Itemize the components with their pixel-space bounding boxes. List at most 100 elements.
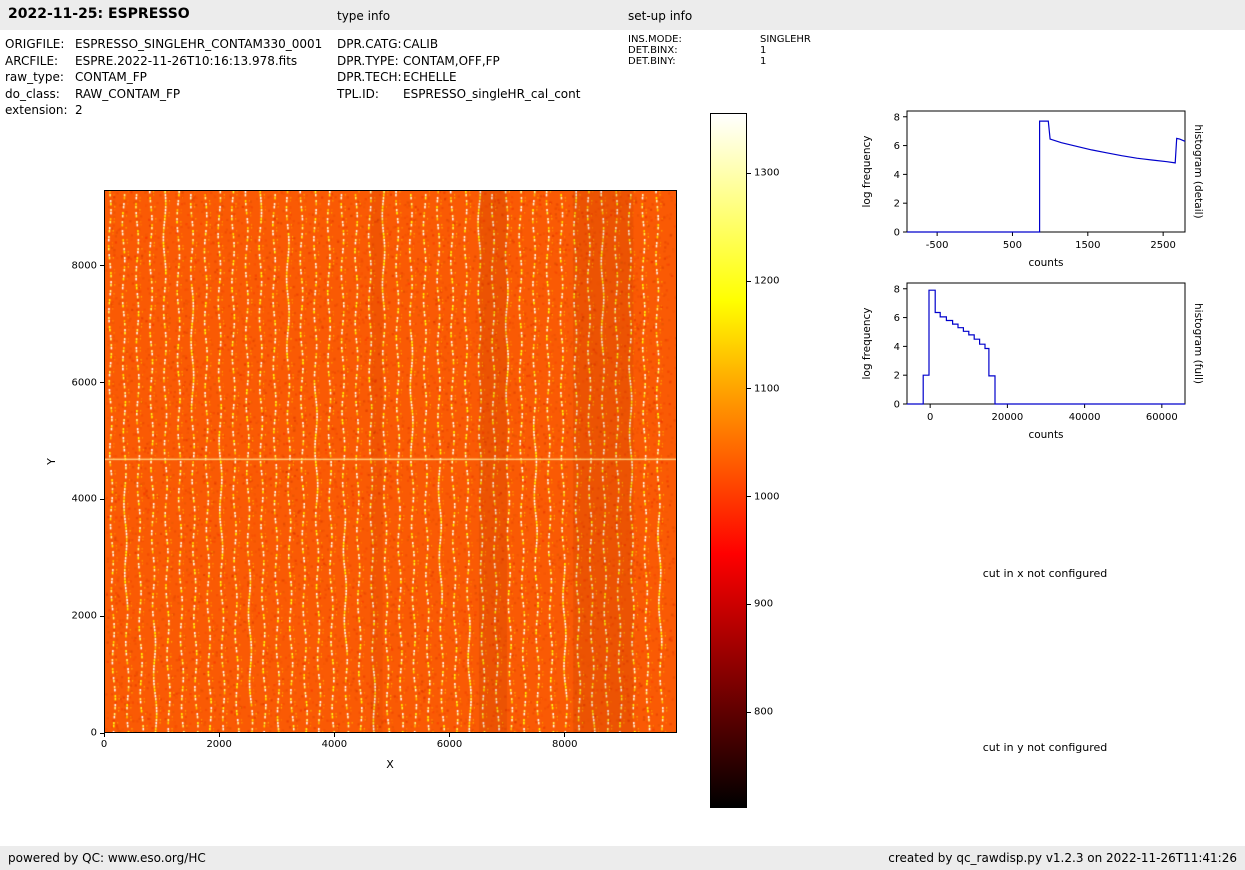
- colorbar-tick-mark: [747, 711, 751, 713]
- y-tick-mark: [100, 498, 104, 500]
- meta-label: INS.MODE:: [628, 34, 682, 45]
- x-tick-mark: [564, 733, 566, 737]
- y-tick-label: 8: [894, 284, 900, 295]
- meta-label: ORIGFILE:: [5, 37, 65, 51]
- y-tick-label: 0: [90, 727, 97, 739]
- x-tick-label: 1500: [1075, 240, 1100, 251]
- y-tick-label: 8000: [71, 260, 97, 272]
- footer-right-text: created by qc_rawdisp.py v1.2.3 on 2022-…: [888, 851, 1237, 865]
- file-info-block: ORIGFILE: ESPRESSO_SINGLEHR_CONTAM330_000…: [5, 36, 322, 119]
- meta-label: DPR.CATG:: [337, 37, 402, 51]
- colorbar-tick-mark: [747, 280, 751, 282]
- meta-value: ESPRESSO_SINGLEHR_CONTAM330_0001: [75, 37, 323, 51]
- y-tick-mark: [100, 265, 104, 267]
- x-tick-mark: [449, 733, 451, 737]
- cut-x-note: cut in x not configured: [982, 567, 1108, 580]
- plot-side-title: histogram (detail): [1192, 124, 1204, 218]
- plot-side-title: histogram (full): [1192, 303, 1204, 384]
- x-tick-label: 20000: [991, 412, 1023, 423]
- colorbar-tick-label: 900: [754, 598, 774, 610]
- footer-left-text: powered by QC: www.eso.org/HC: [8, 851, 206, 865]
- meta-label: DET.BINX:: [628, 45, 678, 56]
- y-tick-mark: [100, 615, 104, 617]
- setup-info-block: INS.MODE: SINGLEHR DET.BINX: 1 DET.BINY: 1: [628, 34, 811, 67]
- meta-label: TPL.ID:: [337, 86, 379, 101]
- meta-row-arcfile: ARCFILE: ESPRE.2022-11-26T10:16:13.978.fi…: [5, 53, 322, 70]
- meta-value: ECHELLE: [403, 70, 457, 85]
- x-axis-label: counts: [1028, 429, 1063, 441]
- y-tick-label: 8: [894, 112, 900, 123]
- x-tick-label: 4000: [321, 739, 348, 750]
- y-axis-label: log frequency: [861, 307, 873, 379]
- raw-frame-canvas: [105, 191, 676, 732]
- y-axis-label: Y: [44, 458, 58, 465]
- meta-row-tplid: TPL.ID: ESPRESSO_singleHR_cal_cont: [337, 86, 580, 103]
- meta-row-detbinx: DET.BINX: 1: [628, 45, 811, 56]
- meta-value: 1: [760, 56, 767, 67]
- colorbar-tick-mark: [747, 388, 751, 390]
- meta-row-dprtype: DPR.TYPE: CONTAM,OFF,FP: [337, 53, 580, 70]
- meta-row-extension: extension: 2: [5, 102, 322, 119]
- meta-value: CALIB: [403, 37, 439, 51]
- colorbar-tick-mark: [747, 496, 751, 498]
- x-tick-label: 2000: [206, 739, 232, 750]
- x-tick-label: 8000: [551, 739, 578, 750]
- meta-label: raw_type:: [5, 70, 64, 85]
- meta-row-detbiny: DET.BINY: 1: [628, 56, 811, 67]
- meta-value: ESPRESSO_singleHR_cal_cont: [403, 86, 581, 101]
- x-tick-label: 2500: [1150, 240, 1175, 251]
- x-tick-label: 40000: [1069, 412, 1101, 423]
- meta-value: RAW_CONTAM_FP: [75, 86, 181, 101]
- y-tick-mark: [100, 732, 104, 734]
- y-tick-label: 6000: [71, 377, 97, 389]
- meta-row-dprcatg: DPR.CATG:CALIB: [337, 36, 580, 53]
- type-info-label: type info: [337, 9, 391, 23]
- y-axis-label: log frequency: [861, 135, 873, 207]
- header-bar: 2022-11-25: ESPRESSO type info set-up in…: [0, 0, 1245, 30]
- meta-row-insmode: INS.MODE: SINGLEHR: [628, 34, 811, 45]
- y-tick-label: 0: [894, 400, 900, 411]
- meta-label: ARCFILE:: [5, 53, 59, 68]
- y-tick-label: 4: [894, 170, 900, 181]
- x-tick-label: 0: [927, 412, 933, 423]
- x-tick-mark: [218, 733, 220, 737]
- y-tick-label: 6: [894, 141, 900, 152]
- colorbar: [710, 113, 747, 808]
- y-tick-label: 2000: [71, 610, 97, 622]
- meta-value: CONTAM_FP: [75, 70, 147, 85]
- y-tick-label: 2: [894, 199, 900, 210]
- meta-row-origfile: ORIGFILE: ESPRESSO_SINGLEHR_CONTAM330_000…: [5, 36, 322, 53]
- meta-value: SINGLEHR: [760, 34, 811, 45]
- histogram-full-plot: 0 20000 40000 60000 0 2 4 6 8 counts log frequency…: [861, 282, 1204, 441]
- type-info-block: DPR.CATG:CALIB DPR.TYPE: CONTAM,OFF,FP DP…: [337, 36, 580, 102]
- x-tick-label: 0: [100, 739, 108, 750]
- meta-row-dprtech: DPR.TECH:ECHELLE: [337, 69, 580, 86]
- x-tick-label: 500: [1003, 240, 1022, 251]
- x-tick-label: 6000: [436, 739, 463, 750]
- x-tick-mark: [103, 733, 105, 737]
- meta-label: extension:: [5, 103, 68, 118]
- cut-y-note: cut in y not configured: [982, 741, 1108, 754]
- meta-value: 2: [75, 103, 83, 118]
- x-tick-mark: [333, 733, 335, 737]
- colorbar-tick-mark: [747, 603, 751, 605]
- y-tick-label: 4000: [71, 493, 97, 505]
- setup-info-label: set-up info: [628, 9, 693, 23]
- x-axis-label: X: [386, 758, 394, 771]
- histogram-detail-plot: -500 500 1500 2500 0 2 4 6 8 counts log frequency h…: [861, 110, 1204, 269]
- x-tick-label: -500: [926, 240, 949, 251]
- y-tick-label: 6: [894, 313, 900, 324]
- colorbar-tick-label: 800: [754, 706, 774, 718]
- x-axis-label: counts: [1028, 257, 1063, 269]
- colorbar-tick-label: 1200: [754, 275, 780, 287]
- plot-area: [906, 110, 1186, 233]
- colorbar-tick-label: 1000: [754, 491, 780, 503]
- meta-label: DET.BINY:: [628, 56, 676, 67]
- y-tick-mark: [100, 382, 104, 384]
- y-tick-label: 0: [894, 228, 900, 239]
- x-tick-label: 60000: [1146, 412, 1178, 423]
- meta-value: 1: [760, 45, 767, 56]
- qc-report-page: 2022-11-25: ESPRESSO type info set-up in…: [0, 0, 1245, 870]
- page-title: 2022-11-25: ESPRESSO: [8, 6, 190, 22]
- y-tick-label: 2: [894, 371, 900, 382]
